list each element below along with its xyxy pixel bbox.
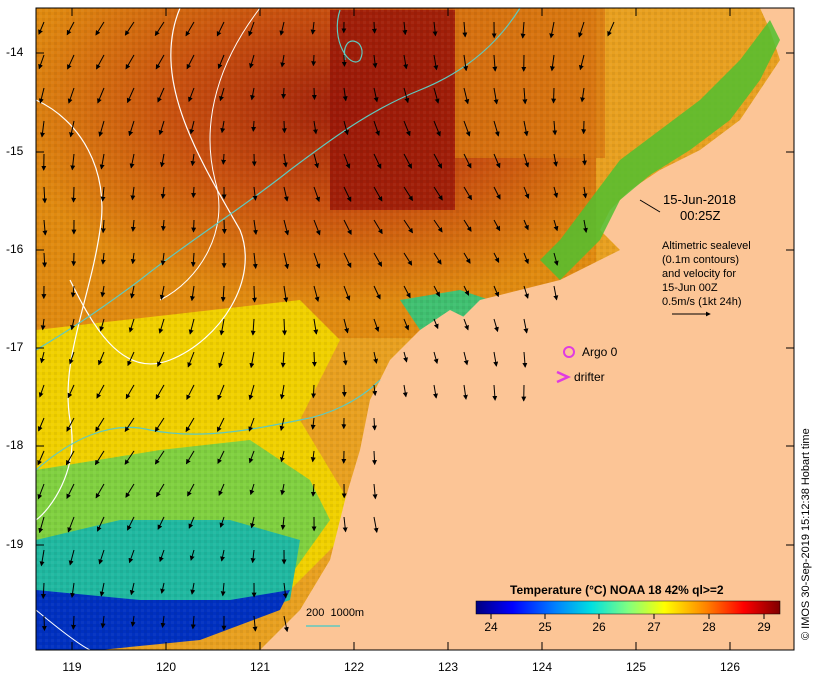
lat-tick-label: -19 [6,537,24,551]
sst-map [35,7,795,651]
velocity-arrow [311,384,317,399]
colorbar-tick-label: 27 [647,620,661,634]
lon-tick-label: 121 [249,660,271,674]
altimetry-note-line: and velocity for [662,268,736,280]
velocity-arrow [341,384,347,398]
velocity-arrow [371,450,377,466]
lon-tick-label: 122 [343,660,365,674]
altimetry-note-line: 15-Jun 00Z [662,282,718,294]
velocity-arrow [41,615,47,632]
colorbar-title: Temperature (°C) NOAA 18 42% ql>=2 [510,583,724,597]
velocity-arrow [551,87,557,104]
altimetry-note-line: Altimetric sealevel [662,240,751,252]
lon-tick-label: 123 [437,660,459,674]
velocity-arrow [251,120,257,132]
colorbar [475,600,781,615]
velocity-arrow [371,417,377,431]
argo-label: Argo 0 [582,345,618,359]
credit-text: © IMOS 30-Sep-2019 15:12:38 Hobart time [800,428,812,640]
lat-tick-label: -15 [6,144,24,158]
velocity-arrow [281,120,287,134]
colorbar-tick-label: 29 [757,620,771,634]
lon-tick-label: 124 [531,660,553,674]
lon-tick-label: 125 [625,660,647,674]
velocity-arrow [191,219,197,233]
lat-tick-label: -16 [6,242,24,256]
time-label: 00:25Z [680,208,721,223]
velocity-arrow [221,219,227,235]
velocity-arrow [311,351,317,367]
depth-legend-label: 200 1000m [306,607,365,619]
lat-tick-label: -14 [6,45,24,59]
altimetry-note-line: (0.1m contours) [662,254,740,266]
lat-tick-label: -17 [6,340,24,354]
lon-tick-label: 119 [62,660,82,674]
drifter-label: drifter [574,370,605,384]
lon-tick-label: 120 [155,660,177,674]
velocity-arrow [191,186,197,199]
altimetry-note-line: 0.5m/s (1kt 24h) [662,296,742,308]
lat-tick-label: -18 [6,438,24,452]
colorbar-tick-label: 28 [702,620,716,634]
velocity-arrow [282,318,288,336]
colorbar-tick-label: 24 [484,620,498,634]
velocity-arrow [251,285,257,303]
velocity-arrow [281,87,287,100]
velocity-arrow [71,615,77,630]
colorbar-tick-label: 26 [592,620,606,634]
velocity-arrow [341,54,347,67]
colorbar-tick-label: 25 [538,620,552,634]
date-label: 15-Jun-2018 [663,192,736,207]
velocity-arrow [71,186,77,203]
velocity-arrow [311,54,317,67]
lon-tick-label: 126 [719,660,741,674]
velocity-arrow [221,153,227,165]
velocity-arrow [371,21,377,34]
velocity-arrow [311,87,317,101]
